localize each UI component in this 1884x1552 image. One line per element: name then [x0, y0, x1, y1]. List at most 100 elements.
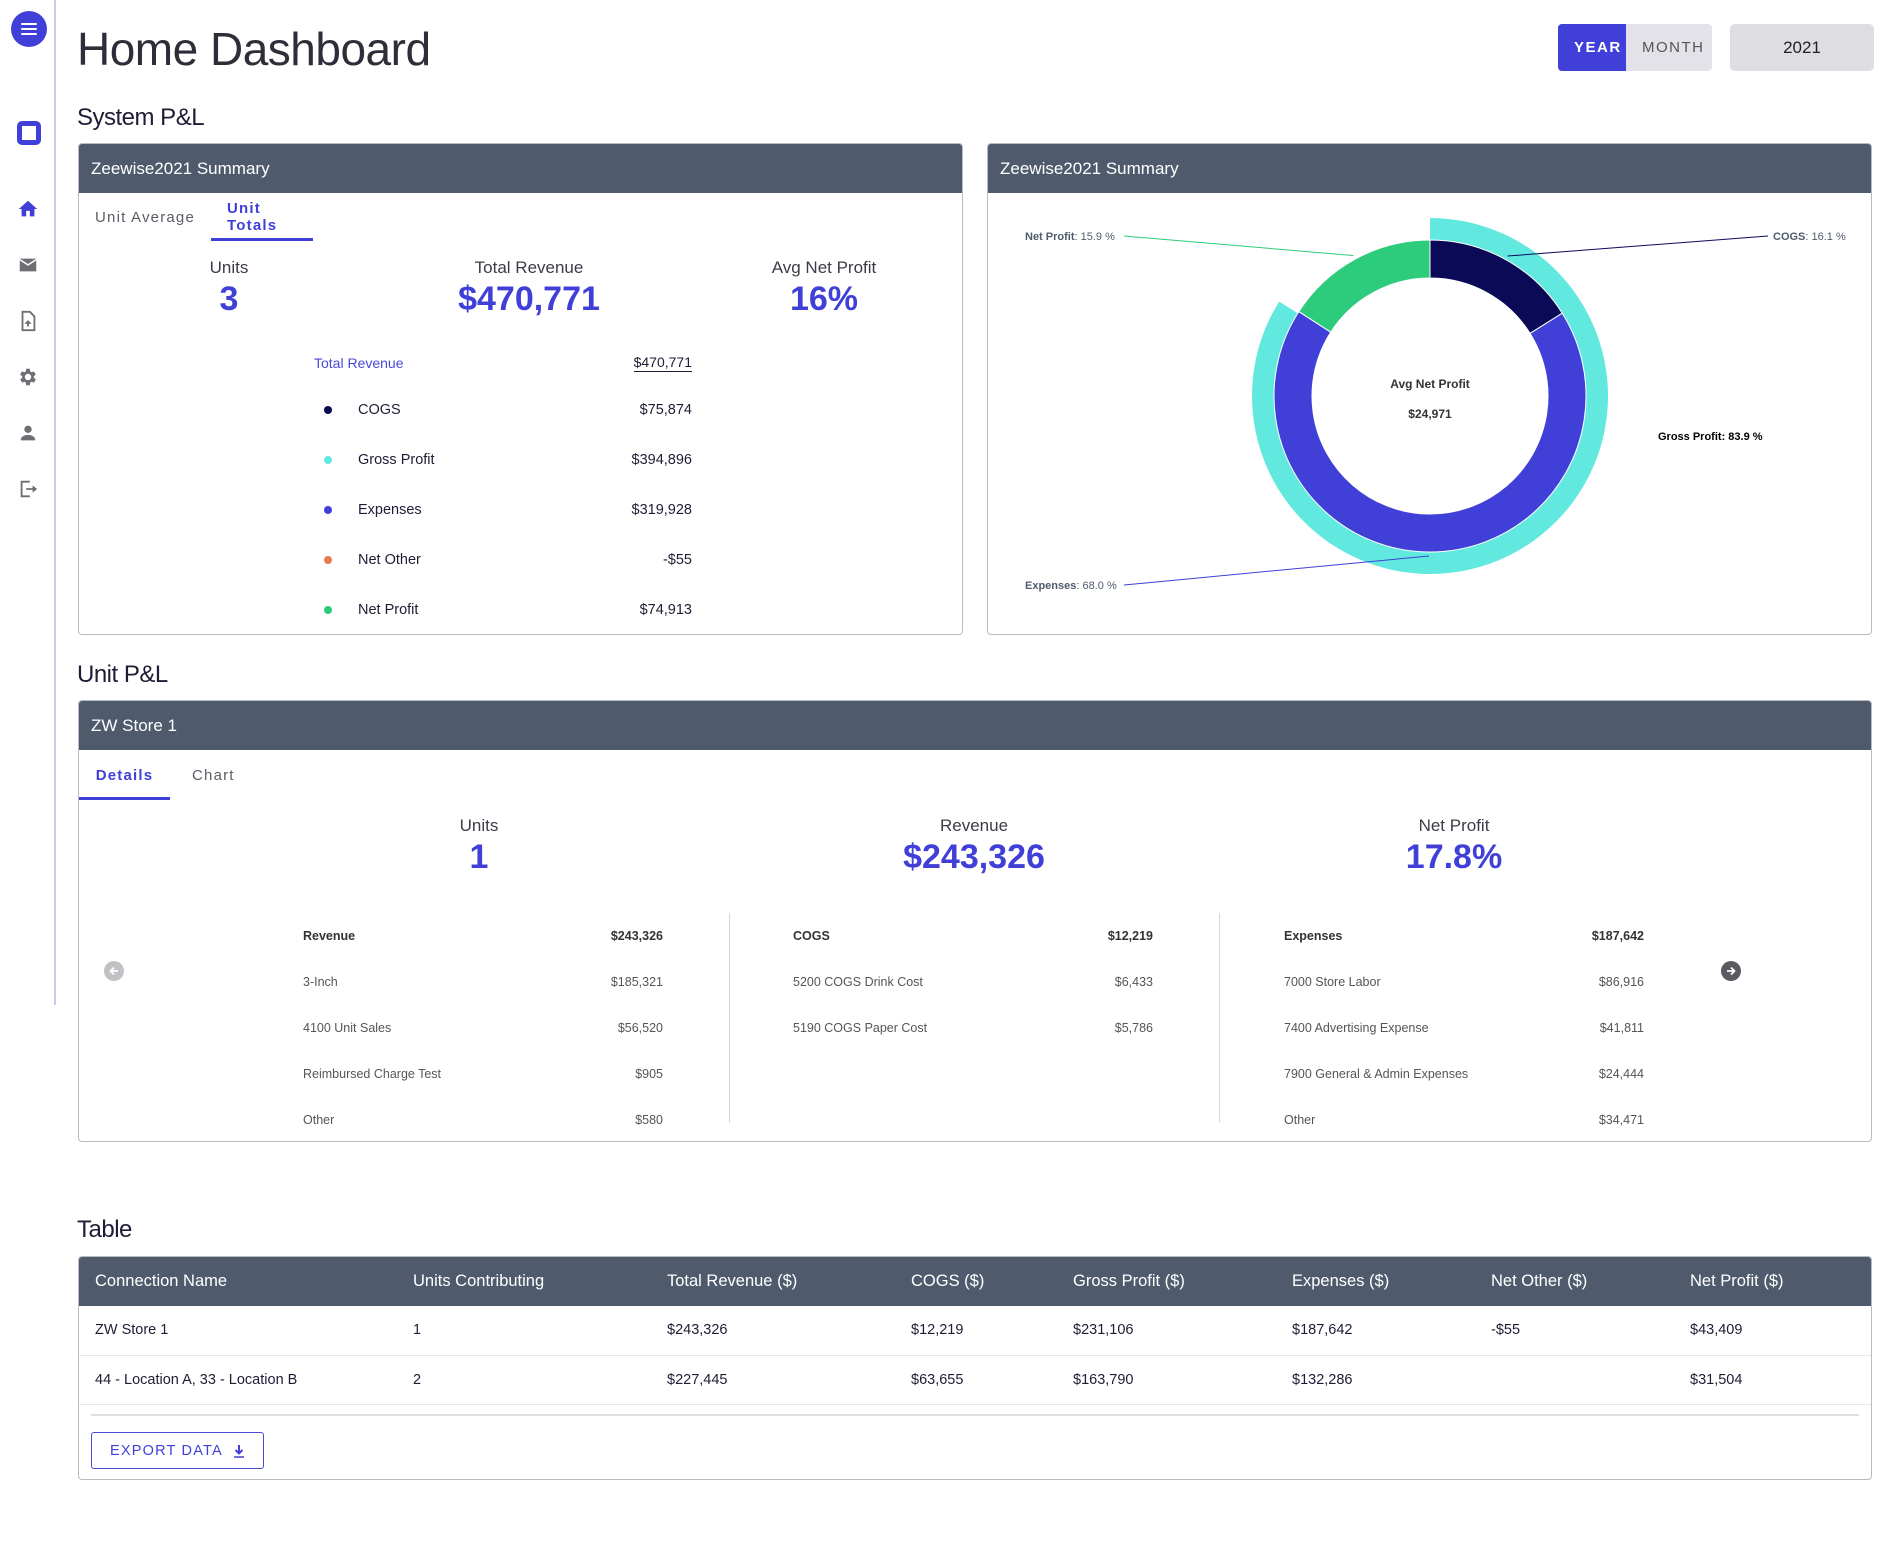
column-header-label: COGS [793, 929, 830, 943]
column-header[interactable]: Connection Name [79, 1257, 397, 1306]
breakdown-label: Expenses [358, 502, 422, 518]
line-item-value: $905 [635, 1067, 663, 1081]
column-header-row: COGS $12,219 [793, 913, 1153, 959]
line-item-row: 7400 Advertising Expense $41,811 [1284, 1005, 1644, 1051]
column-header[interactable]: Gross Profit ($) [1057, 1257, 1276, 1306]
tab-unit-average[interactable]: Unit Average [79, 193, 211, 241]
kpi-value: 17.8% [1405, 838, 1503, 876]
year-toggle-button[interactable]: YEAR [1558, 24, 1626, 71]
donut-chart: COGS: 16.1 % Net Profit: 15.9 % Expenses: … [1025, 218, 1846, 592]
section-title-table: Table [77, 1216, 132, 1243]
line-item-row: 7900 General & Admin Expenses $24,444 [1284, 1051, 1644, 1097]
sidebar-item-home[interactable] [16, 197, 40, 221]
export-data-label: EXPORT DATA [110, 1442, 223, 1459]
kpi-units: Units 3 [189, 258, 269, 319]
page-title: Home Dashboard [77, 23, 431, 75]
line-item-row: 5200 COGS Drink Cost $6,433 [793, 959, 1153, 1005]
kpi-label: Revenue [939, 816, 1009, 835]
table-cell: $163,790 [1057, 1355, 1276, 1405]
breakdown-label: COGS [358, 402, 401, 418]
breakdown-label: Net Profit [358, 602, 419, 618]
summary-card: Zeewise2021 Summary Unit Average Unit To… [78, 143, 963, 635]
kpi-label: Net Profit [1418, 816, 1490, 835]
line-item-value: $24,444 [1598, 1067, 1644, 1081]
table-row[interactable]: 44 - Location A, 33 - Location B 2 $227,44… [79, 1355, 1871, 1405]
leader-line [1507, 235, 1769, 257]
line-item-label: Other [1284, 1113, 1316, 1127]
leader-line [1123, 555, 1430, 586]
line-item-value: $34,471 [1598, 1113, 1644, 1127]
breakdown-header-label: Total Revenue [314, 355, 404, 371]
donut-center-label: Avg Net Profit [1390, 377, 1470, 391]
line-item-value: $56,520 [617, 1021, 663, 1035]
line-item-label: 7900 General & Admin Expenses [1284, 1067, 1469, 1081]
period-toggle: YEAR MONTH [1558, 24, 1712, 71]
section-title-unit-pl: Unit P&L [77, 661, 168, 688]
year-select[interactable]: 2021 [1730, 24, 1874, 71]
data-label: Gross Profit: 83.9 % [1658, 431, 1763, 443]
kpi-value: $470,771 [458, 280, 600, 318]
column-header[interactable]: Expenses ($) [1276, 1257, 1475, 1306]
mail-icon [19, 258, 37, 272]
breakdown-header-value: $470,771 [633, 354, 692, 372]
sidebar-item-settings[interactable] [16, 365, 40, 389]
sidebar-item-profile[interactable] [16, 421, 40, 445]
kpi-label: Units [459, 816, 499, 835]
table-cell: $31,504 [1674, 1355, 1871, 1405]
breakdown-row: Net Profit $74,913 [314, 585, 692, 634]
sidebar-item-messages[interactable] [16, 253, 40, 277]
table-cell: -$55 [1475, 1306, 1674, 1356]
table-cell: $43,409 [1674, 1306, 1871, 1356]
breakdown-value: $394,896 [631, 452, 692, 468]
column-header[interactable]: Net Profit ($) [1674, 1257, 1871, 1306]
table-cell: ZW Store 1 [79, 1306, 397, 1356]
export-data-button[interactable]: EXPORT DATA [91, 1432, 264, 1469]
column-header-value: $12,219 [1107, 929, 1153, 943]
expenses-column: Expenses $187,642 7000 Store Labor $86,916 7… [1284, 913, 1644, 1127]
menu-button[interactable] [11, 11, 47, 47]
tab-chart[interactable]: Chart [170, 750, 251, 800]
line-item-label: 3-Inch [303, 975, 338, 989]
tab-details[interactable]: Details [79, 750, 170, 800]
download-icon [233, 1444, 244, 1458]
table-header-row: Connection Name Units Contributing Total R… [79, 1257, 1871, 1306]
column-header[interactable]: Total Revenue ($) [651, 1257, 895, 1306]
line-item-row: Other $34,471 [1284, 1097, 1644, 1141]
legend-dot-icon [324, 506, 332, 514]
chart-card: Zeewise2021 Summary COGS: 16.1 % Net Prof… [987, 143, 1872, 635]
column-header-row: Revenue $243,326 [303, 913, 663, 959]
tab-unit-totals[interactable]: Unit Totals [211, 193, 314, 241]
table-cell: 44 - Location A, 33 - Location B [79, 1355, 397, 1405]
line-item-label: 7400 Advertising Expense [1284, 1021, 1429, 1035]
sidebar-item-logout[interactable] [16, 477, 40, 501]
home-icon [18, 200, 38, 217]
kpi-total-revenue: Total Revenue $470,771 [429, 258, 629, 319]
kpi-label: Total Revenue [474, 258, 584, 277]
summary-card-title: Zeewise2021 Summary [79, 144, 962, 193]
table-cell: $227,445 [651, 1355, 895, 1405]
section-title-system-pl: System P&L [77, 104, 205, 131]
donut-inner-slice[interactable] [1298, 239, 1431, 333]
pl-table: Connection Name Units Contributing Total R… [79, 1257, 1871, 1405]
column-header[interactable]: Net Other ($) [1475, 1257, 1674, 1306]
menu-icon-bar [21, 23, 37, 25]
line-item-label: 4100 Unit Sales [303, 1021, 392, 1035]
unit-card: ZW Store 1 Details Chart Units 1 Revenue… [78, 700, 1872, 1142]
column-header-value: $187,642 [1591, 929, 1644, 943]
data-table-card: Connection Name Units Contributing Total R… [78, 1256, 1872, 1480]
data-label: Expenses: 68.0 % [1025, 580, 1117, 592]
kpi-value: 16% [789, 280, 859, 318]
breakdown-label: Gross Profit [358, 452, 435, 468]
kpi-avg-net-profit: Avg Net Profit 16% [739, 258, 909, 319]
table-row[interactable]: ZW Store 1 1 $243,326 $12,219 $231,106 $187,6… [79, 1306, 1871, 1356]
month-toggle-button[interactable]: MONTH [1626, 24, 1712, 71]
unit-breakdown: Revenue $243,326 3-Inch $185,321 4100 Unit S… [79, 913, 1871, 1127]
column-header[interactable]: Units Contributing [397, 1257, 651, 1306]
user-icon [20, 425, 36, 441]
sidebar-item-upload[interactable] [16, 309, 40, 333]
menu-icon-bar [21, 28, 37, 30]
column-header[interactable]: COGS ($) [895, 1257, 1057, 1306]
table-cell: $243,326 [651, 1306, 895, 1356]
kpi-value: 3 [219, 280, 239, 318]
table-cell: $63,655 [895, 1355, 1057, 1405]
